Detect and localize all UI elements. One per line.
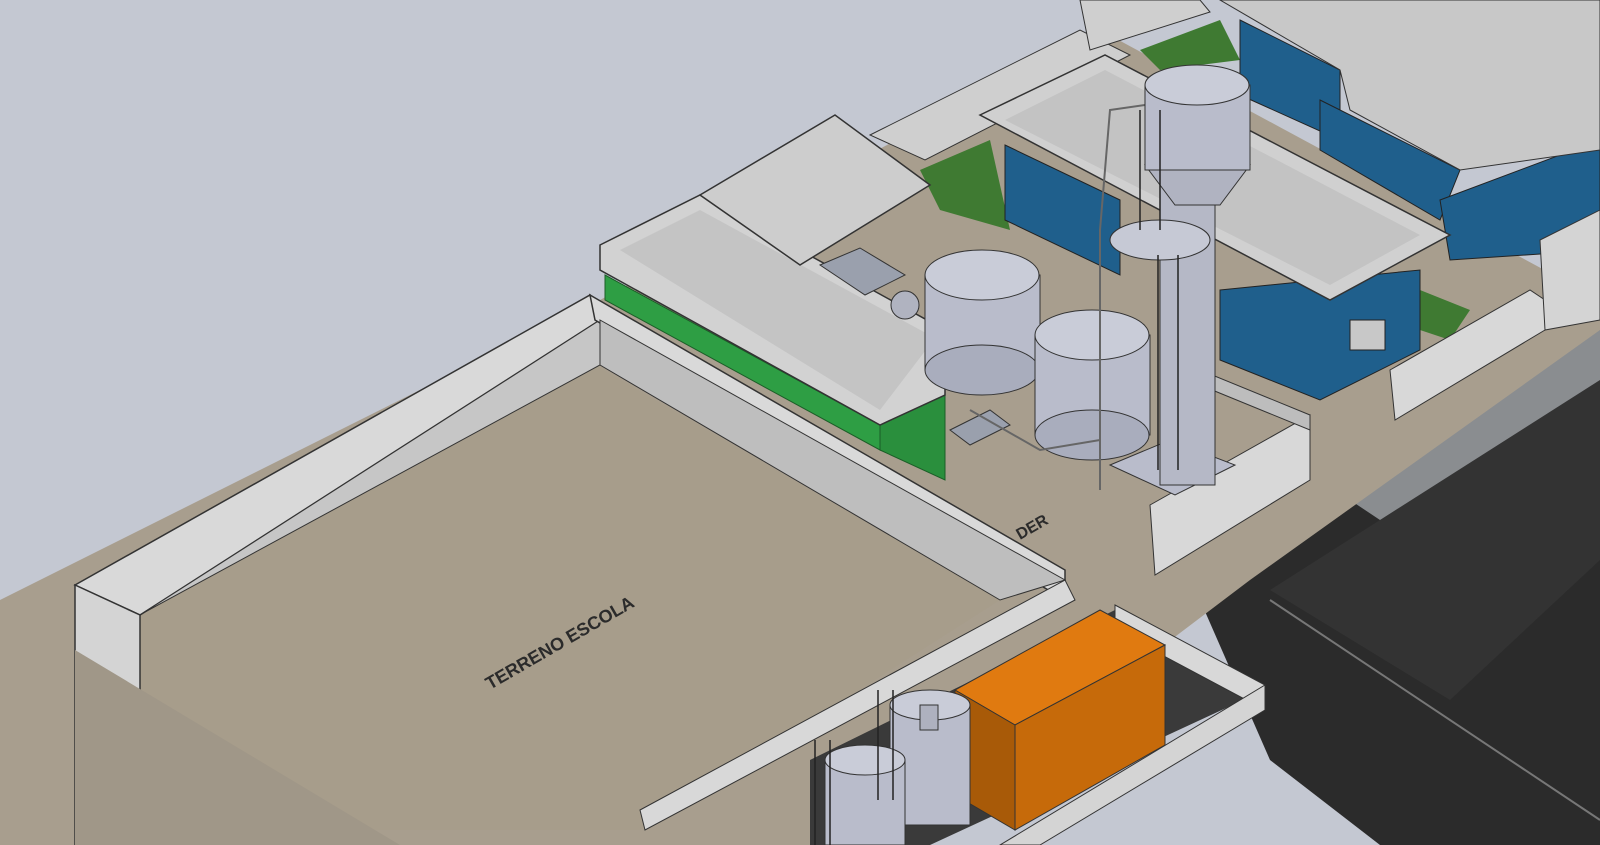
window-opening [1349,319,1386,351]
tower-tank-top [1144,64,1250,106]
cad-scene: TERRENO ESCOLA DER [0,0,1600,845]
storage-tank [1034,309,1151,461]
storage-tank [924,249,1041,396]
pump-unit [890,290,920,320]
